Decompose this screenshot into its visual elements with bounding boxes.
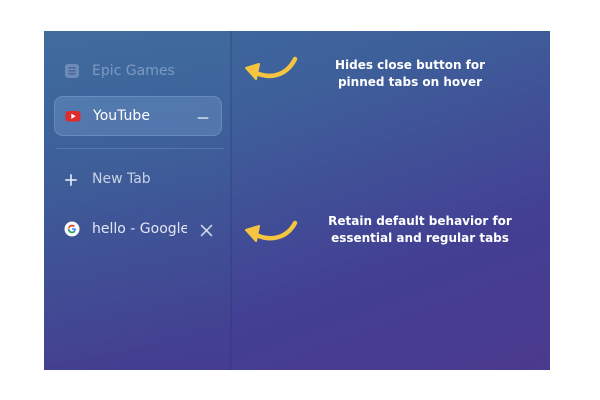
- annotation-line: Hides close button for: [334, 58, 486, 72]
- plus-icon: [64, 172, 78, 186]
- epic-games-icon: [64, 63, 80, 79]
- annotation-regular-tabs: Retain default behavior for essential an…: [300, 213, 540, 247]
- browser-screenshot: Epic Games YouTube New Tab hello - Googl…: [44, 31, 550, 370]
- pinned-section-divider: [56, 148, 224, 149]
- new-tab-button[interactable]: New Tab: [64, 171, 151, 187]
- annotation-line: Retain default behavior for: [328, 214, 512, 228]
- unpin-minus-icon[interactable]: [197, 110, 209, 124]
- tab-label: hello - Google Search: [92, 221, 187, 237]
- pinned-tab-epic-games[interactable]: Epic Games: [54, 51, 222, 91]
- annotation-pinned-tabs: Hides close button for pinned tabs on ho…: [300, 57, 520, 91]
- annotation-line: essential and regular tabs: [331, 231, 509, 245]
- canvas: Epic Games YouTube New Tab hello - Googl…: [0, 0, 600, 400]
- new-tab-label: New Tab: [92, 171, 151, 187]
- tab-label: YouTube: [93, 108, 150, 124]
- close-icon[interactable]: [200, 222, 213, 237]
- arrow-icon: [245, 56, 298, 80]
- tab-google-search[interactable]: hello - Google Search: [54, 209, 222, 249]
- google-icon: [64, 221, 80, 237]
- tab-label: Epic Games: [92, 63, 175, 79]
- annotation-line: pinned tabs on hover: [337, 75, 483, 89]
- arrow-icon: [245, 220, 298, 242]
- pinned-tab-youtube[interactable]: YouTube: [54, 96, 222, 136]
- sidebar-edge: [230, 31, 232, 370]
- youtube-icon: [65, 108, 81, 124]
